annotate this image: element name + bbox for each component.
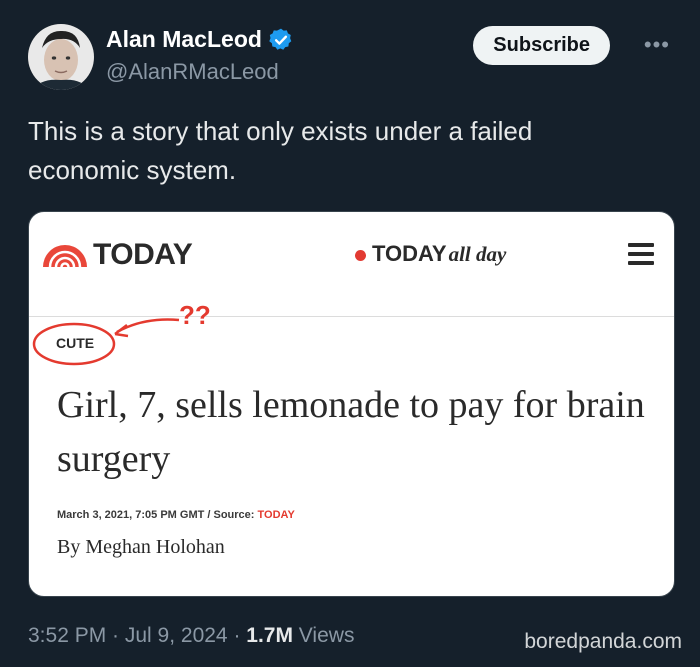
today-logo-text: TODAY — [93, 238, 193, 271]
author-info: Alan MacLeod @AlanRMacLeod — [106, 26, 294, 85]
more-options-icon[interactable]: ••• — [644, 32, 670, 58]
handle[interactable]: @AlanRMacLeod — [106, 59, 294, 85]
article-date: March 3, 2021, 7:05 PM GMT / Source: — [57, 509, 258, 521]
subscribe-button[interactable]: Subscribe — [473, 26, 610, 65]
tweet-header: Alan MacLeod @AlanRMacLeod Subscribe ••• — [28, 24, 680, 94]
red-circle-annotation — [32, 318, 180, 366]
article-byline: By Meghan Holohan — [57, 536, 225, 558]
views-label: Views — [292, 624, 355, 647]
views-count: 1.7M — [246, 624, 293, 647]
tweet-footer: 3:52 PM · Jul 9, 2024 · 1.7M Views — [28, 624, 354, 648]
watermark: boredpanda.com — [524, 630, 682, 653]
article-source: TODAY — [257, 509, 295, 521]
avatar[interactable] — [28, 24, 94, 90]
article-headline: Girl, 7, sells lemonade to pay for brain… — [57, 384, 645, 480]
live-dot-icon — [355, 250, 366, 261]
today-logo: TODAY — [41, 238, 193, 272]
article-meta: March 3, 2021, 7:05 PM GMT / Source: TOD… — [57, 509, 295, 521]
sunrise-logo-icon — [43, 245, 87, 268]
verified-badge-icon — [268, 27, 294, 53]
today-all-day-link: TODAY all day — [355, 241, 506, 267]
tweet-timestamp[interactable]: 3:52 PM · Jul 9, 2024 · — [28, 624, 246, 647]
question-marks-annotation: ?? — [179, 300, 211, 330]
media-image-card[interactable]: TODAY TODAY all day CUTE ?? Girl, 7, sel… — [28, 211, 675, 597]
hamburger-menu-icon — [628, 243, 654, 270]
display-name-row: Alan MacLeod — [106, 26, 294, 53]
tweet-text: This is a story that only exists under a… — [28, 116, 533, 185]
allday-italic-text: all day — [448, 242, 507, 266]
display-name[interactable]: Alan MacLeod — [106, 26, 262, 53]
allday-bold-text: TODAY — [372, 241, 447, 266]
category-badge: CUTE — [56, 335, 95, 351]
